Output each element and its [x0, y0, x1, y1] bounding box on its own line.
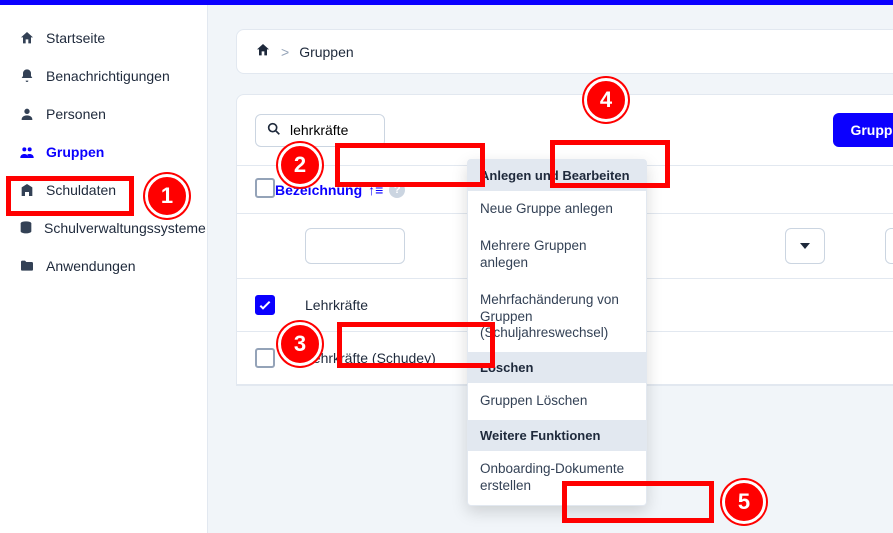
- dropdown-section-header: Anlegen und Bearbeiten: [468, 160, 646, 191]
- row-checkbox[interactable]: [255, 348, 275, 368]
- row-checkbox[interactable]: [255, 295, 275, 315]
- breadcrumb: > Gruppen: [236, 29, 893, 74]
- sidebar-item-schuldaten[interactable]: Schuldaten: [0, 171, 207, 209]
- sidebar-item-svs[interactable]: Schulverwaltungssysteme: [0, 209, 207, 247]
- bell-icon: [18, 67, 36, 85]
- search-input[interactable]: [290, 122, 380, 138]
- column-label: Bezeichnung: [275, 182, 362, 198]
- database-icon: [18, 219, 34, 237]
- select-all-checkbox[interactable]: [255, 178, 275, 198]
- sidebar-item-label: Personen: [46, 106, 106, 122]
- dropdown-section-header: Weitere Funktionen: [468, 420, 646, 451]
- sidebar-item-label: Gruppen: [46, 144, 104, 160]
- search-icon: [266, 121, 282, 140]
- folder-icon: [18, 257, 36, 275]
- building-icon: [18, 181, 36, 199]
- search-input-wrapper[interactable]: [255, 114, 385, 147]
- sidebar-item-anwendungen[interactable]: Anwendungen: [0, 247, 207, 285]
- filter-input-bezeichnung[interactable]: [305, 228, 405, 264]
- filter-select-fach[interactable]: [885, 228, 893, 264]
- dropdown-item-mehrfachaenderung[interactable]: Mehrfachänderung von Gruppen (Schuljahre…: [468, 282, 646, 353]
- dropdown-item-mehrere-gruppen[interactable]: Mehrere Gruppen anlegen: [468, 228, 646, 282]
- help-icon[interactable]: ?: [389, 182, 405, 198]
- sidebar-item-label: Benachrichtigungen: [46, 68, 170, 84]
- person-icon: [18, 105, 36, 123]
- home-icon[interactable]: [255, 42, 271, 61]
- filter-select-gruppentyp[interactable]: [785, 228, 825, 264]
- button-label: Gruppen: [850, 122, 893, 138]
- sidebar: Startseite Benachrichtigungen Personen G…: [0, 5, 208, 533]
- panel: Gruppen Tabelle Bezeichnung ↑≡ ? ruppent…: [236, 94, 893, 386]
- dropdown-section-header: Löschen: [468, 352, 646, 383]
- sidebar-item-label: Schulverwaltungssysteme: [44, 220, 206, 236]
- breadcrumb-current: Gruppen: [299, 44, 353, 60]
- sidebar-item-gruppen[interactable]: Gruppen: [0, 133, 207, 171]
- sidebar-item-personen[interactable]: Personen: [0, 95, 207, 133]
- toolbar: Gruppen Tabelle: [237, 113, 893, 165]
- layout: Startseite Benachrichtigungen Personen G…: [0, 5, 893, 533]
- sidebar-item-label: Anwendungen: [46, 258, 136, 274]
- chevron-down-icon: [800, 243, 810, 249]
- home-icon: [18, 29, 36, 47]
- sidebar-item-label: Startseite: [46, 30, 105, 46]
- dropdown-item-onboarding[interactable]: Onboarding-Dokumente erstellen: [468, 451, 646, 505]
- breadcrumb-separator: >: [281, 44, 289, 60]
- sidebar-item-startseite[interactable]: Startseite: [0, 19, 207, 57]
- sidebar-item-label: Schuldaten: [46, 182, 116, 198]
- users-icon: [18, 143, 36, 161]
- main-content: > Gruppen Gruppen Tabelle: [208, 5, 893, 533]
- dropdown-item-gruppen-loeschen[interactable]: Gruppen Löschen: [468, 383, 646, 420]
- gruppen-actions-button[interactable]: Gruppen: [833, 113, 893, 147]
- dropdown-item-neue-gruppe[interactable]: Neue Gruppe anlegen: [468, 191, 646, 228]
- actions-dropdown: Anlegen und Bearbeiten Neue Gruppe anleg…: [467, 159, 647, 506]
- sidebar-item-benachrichtigungen[interactable]: Benachrichtigungen: [0, 57, 207, 95]
- sort-asc-icon: ↑≡: [368, 182, 383, 198]
